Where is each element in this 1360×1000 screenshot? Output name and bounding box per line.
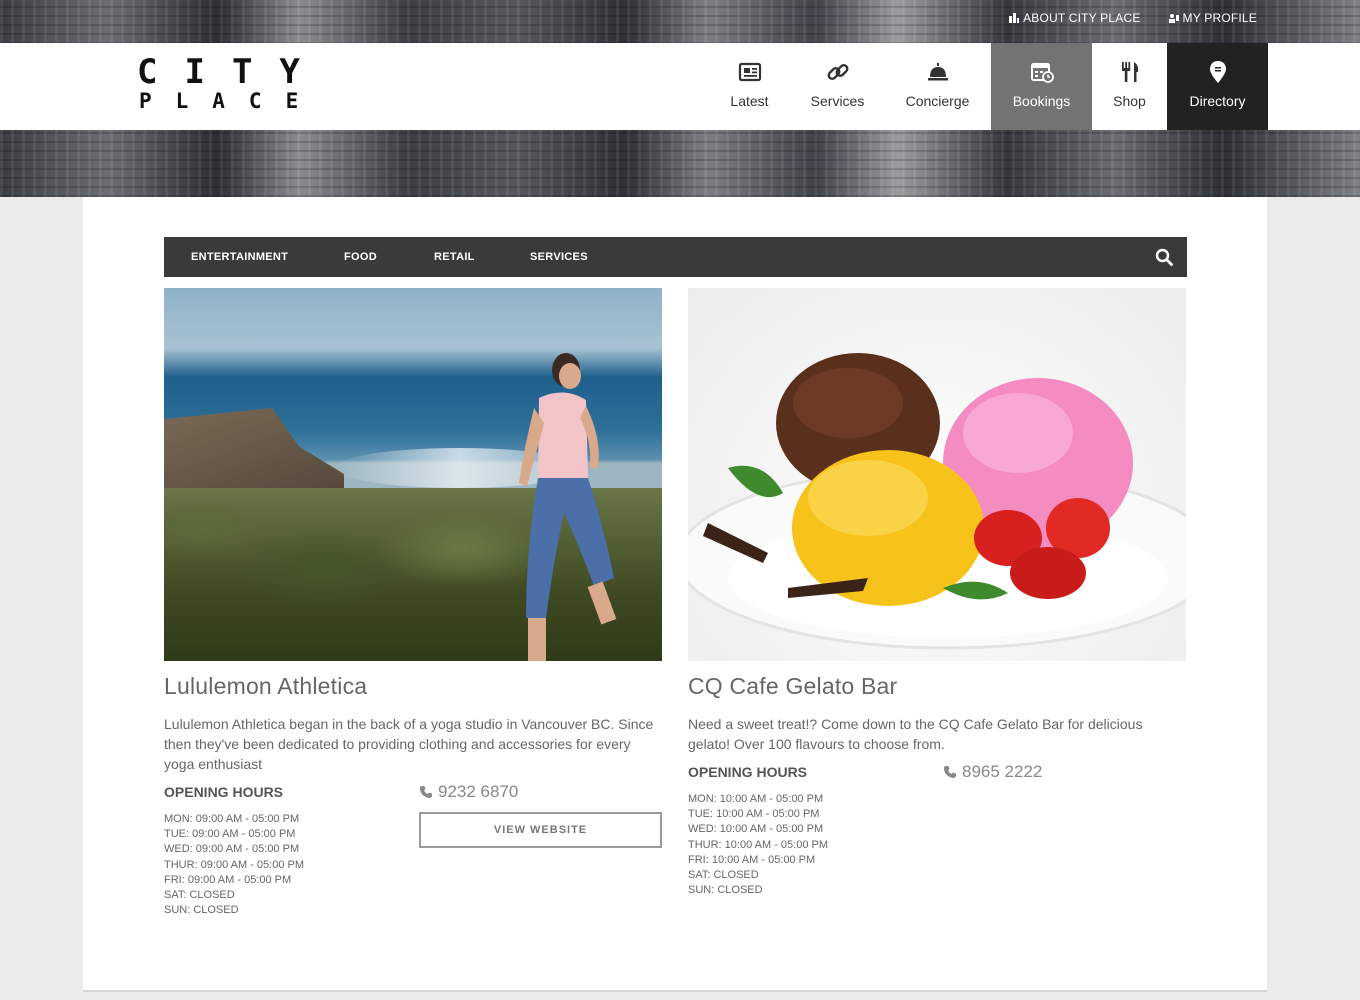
hours-fri: FRI: 10:00 AM - 05:00 PM <box>688 853 816 866</box>
my-profile-link[interactable]: MY PROFILE <box>1168 11 1257 25</box>
about-city-place-label: ABOUT CITY PLACE <box>1023 11 1141 25</box>
calendar-clock-icon <box>1029 59 1055 85</box>
nav-item-concierge[interactable]: Concierge <box>884 43 991 130</box>
nav-label-shop: Shop <box>1113 93 1146 109</box>
category-entertainment[interactable]: ENTERTAINMENT <box>191 251 288 263</box>
newspaper-icon <box>737 59 763 85</box>
map-pin-icon <box>1205 59 1231 85</box>
hours-sun: SUN: CLOSED <box>688 884 763 897</box>
runner-figure <box>519 353 617 661</box>
content-panel: ENTERTAINMENT FOOD RETAIL SERVICES Lulul… <box>83 197 1267 992</box>
hours-fri: FRI: 09:00 AM - 05:00 PM <box>164 873 292 886</box>
hours-sat: SAT: CLOSED <box>688 869 759 882</box>
phone-number[interactable]: 8965 2222 <box>943 762 1042 782</box>
main-header: CITY PLACE Latest Services Concierge Boo… <box>0 43 1360 130</box>
main-nav: Latest Services Concierge Bookings Shop <box>708 43 1268 130</box>
listing-details: OPENING HOURS MON: 10:00 AM - 05:00 PM T… <box>688 762 1186 898</box>
logo-line2: PLACE <box>139 89 323 113</box>
phone-icon <box>944 766 956 778</box>
hours-tue: TUE: 10:00 AM - 05:00 PM <box>688 808 820 821</box>
listing-title[interactable]: Lululemon Athletica <box>164 673 662 700</box>
nav-item-services[interactable]: Services <box>791 43 884 130</box>
hours-thur: THUR: 10:00 AM - 05:00 PM <box>688 838 828 851</box>
listing-details: OPENING HOURS MON: 09:00 AM - 05:00 PM T… <box>164 782 662 918</box>
nav-label-bookings: Bookings <box>1012 93 1071 109</box>
category-bar: ENTERTAINMENT FOOD RETAIL SERVICES <box>164 237 1187 277</box>
category-services[interactable]: SERVICES <box>530 251 588 263</box>
logo-line1: CITY <box>137 52 327 92</box>
link-icon <box>825 59 851 85</box>
gelato-plate-illustration <box>688 353 1186 650</box>
phone-number-text: 9232 6870 <box>438 782 519 801</box>
listing-description: Lululemon Athletica began in the back of… <box>164 716 654 772</box>
listing-card-lululemon: Lululemon Athletica Lululemon Athletica … <box>164 288 662 918</box>
opening-hours-list: MON: 10:00 AM - 05:00 PM TUE: 10:00 AM -… <box>688 792 1186 898</box>
nav-label-latest: Latest <box>730 93 769 109</box>
category-retail[interactable]: RETAIL <box>434 251 475 263</box>
listing-description: Need a sweet treat!? Come down to the CQ… <box>688 716 1143 752</box>
listing-title[interactable]: CQ Cafe Gelato Bar <box>688 673 1186 700</box>
top-utility-links: ABOUT CITY PLACE MY PROFILE <box>1009 11 1257 25</box>
nav-item-directory[interactable]: Directory <box>1167 43 1268 130</box>
phone-number-text: 8965 2222 <box>962 762 1043 781</box>
opening-hours-title: OPENING HOURS <box>164 784 284 800</box>
nav-label-concierge: Concierge <box>905 93 970 109</box>
profile-icon <box>1168 14 1179 23</box>
listing-card-gelato-bar: CQ Cafe Gelato Bar Need a sweet treat!? … <box>688 288 1186 898</box>
nav-label-services: Services <box>810 93 865 109</box>
nav-item-bookings[interactable]: Bookings <box>991 43 1092 130</box>
phone-icon <box>420 786 432 798</box>
nav-label-directory: Directory <box>1189 93 1246 109</box>
phone-number[interactable]: 9232 6870 <box>419 782 518 802</box>
hours-sun: SUN: CLOSED <box>164 904 239 917</box>
listing-image-runner[interactable] <box>164 288 662 661</box>
city-place-logo[interactable]: CITY PLACE <box>137 55 300 113</box>
hours-wed: WED: 10:00 AM - 05:00 PM <box>688 823 824 836</box>
about-city-place-link[interactable]: ABOUT CITY PLACE <box>1009 11 1140 25</box>
view-website-button[interactable]: VIEW WEBSITE <box>419 812 662 848</box>
panel-bottom-divider <box>83 990 1267 992</box>
hours-sat: SAT: CLOSED <box>164 889 235 902</box>
nav-item-latest[interactable]: Latest <box>708 43 791 130</box>
nav-item-shop[interactable]: Shop <box>1092 43 1167 130</box>
fork-knife-icon <box>1117 59 1143 85</box>
concierge-bell-icon <box>925 59 951 85</box>
search-icon[interactable] <box>1155 248 1173 266</box>
hours-thur: THUR: 09:00 AM - 05:00 PM <box>164 858 304 871</box>
category-food[interactable]: FOOD <box>344 251 377 263</box>
listing-image-gelato[interactable] <box>688 288 1186 661</box>
city-icon <box>1009 13 1020 23</box>
opening-hours-title: OPENING HOURS <box>688 764 808 780</box>
hours-mon: MON: 10:00 AM - 05:00 PM <box>688 793 824 805</box>
my-profile-label: MY PROFILE <box>1182 11 1257 25</box>
